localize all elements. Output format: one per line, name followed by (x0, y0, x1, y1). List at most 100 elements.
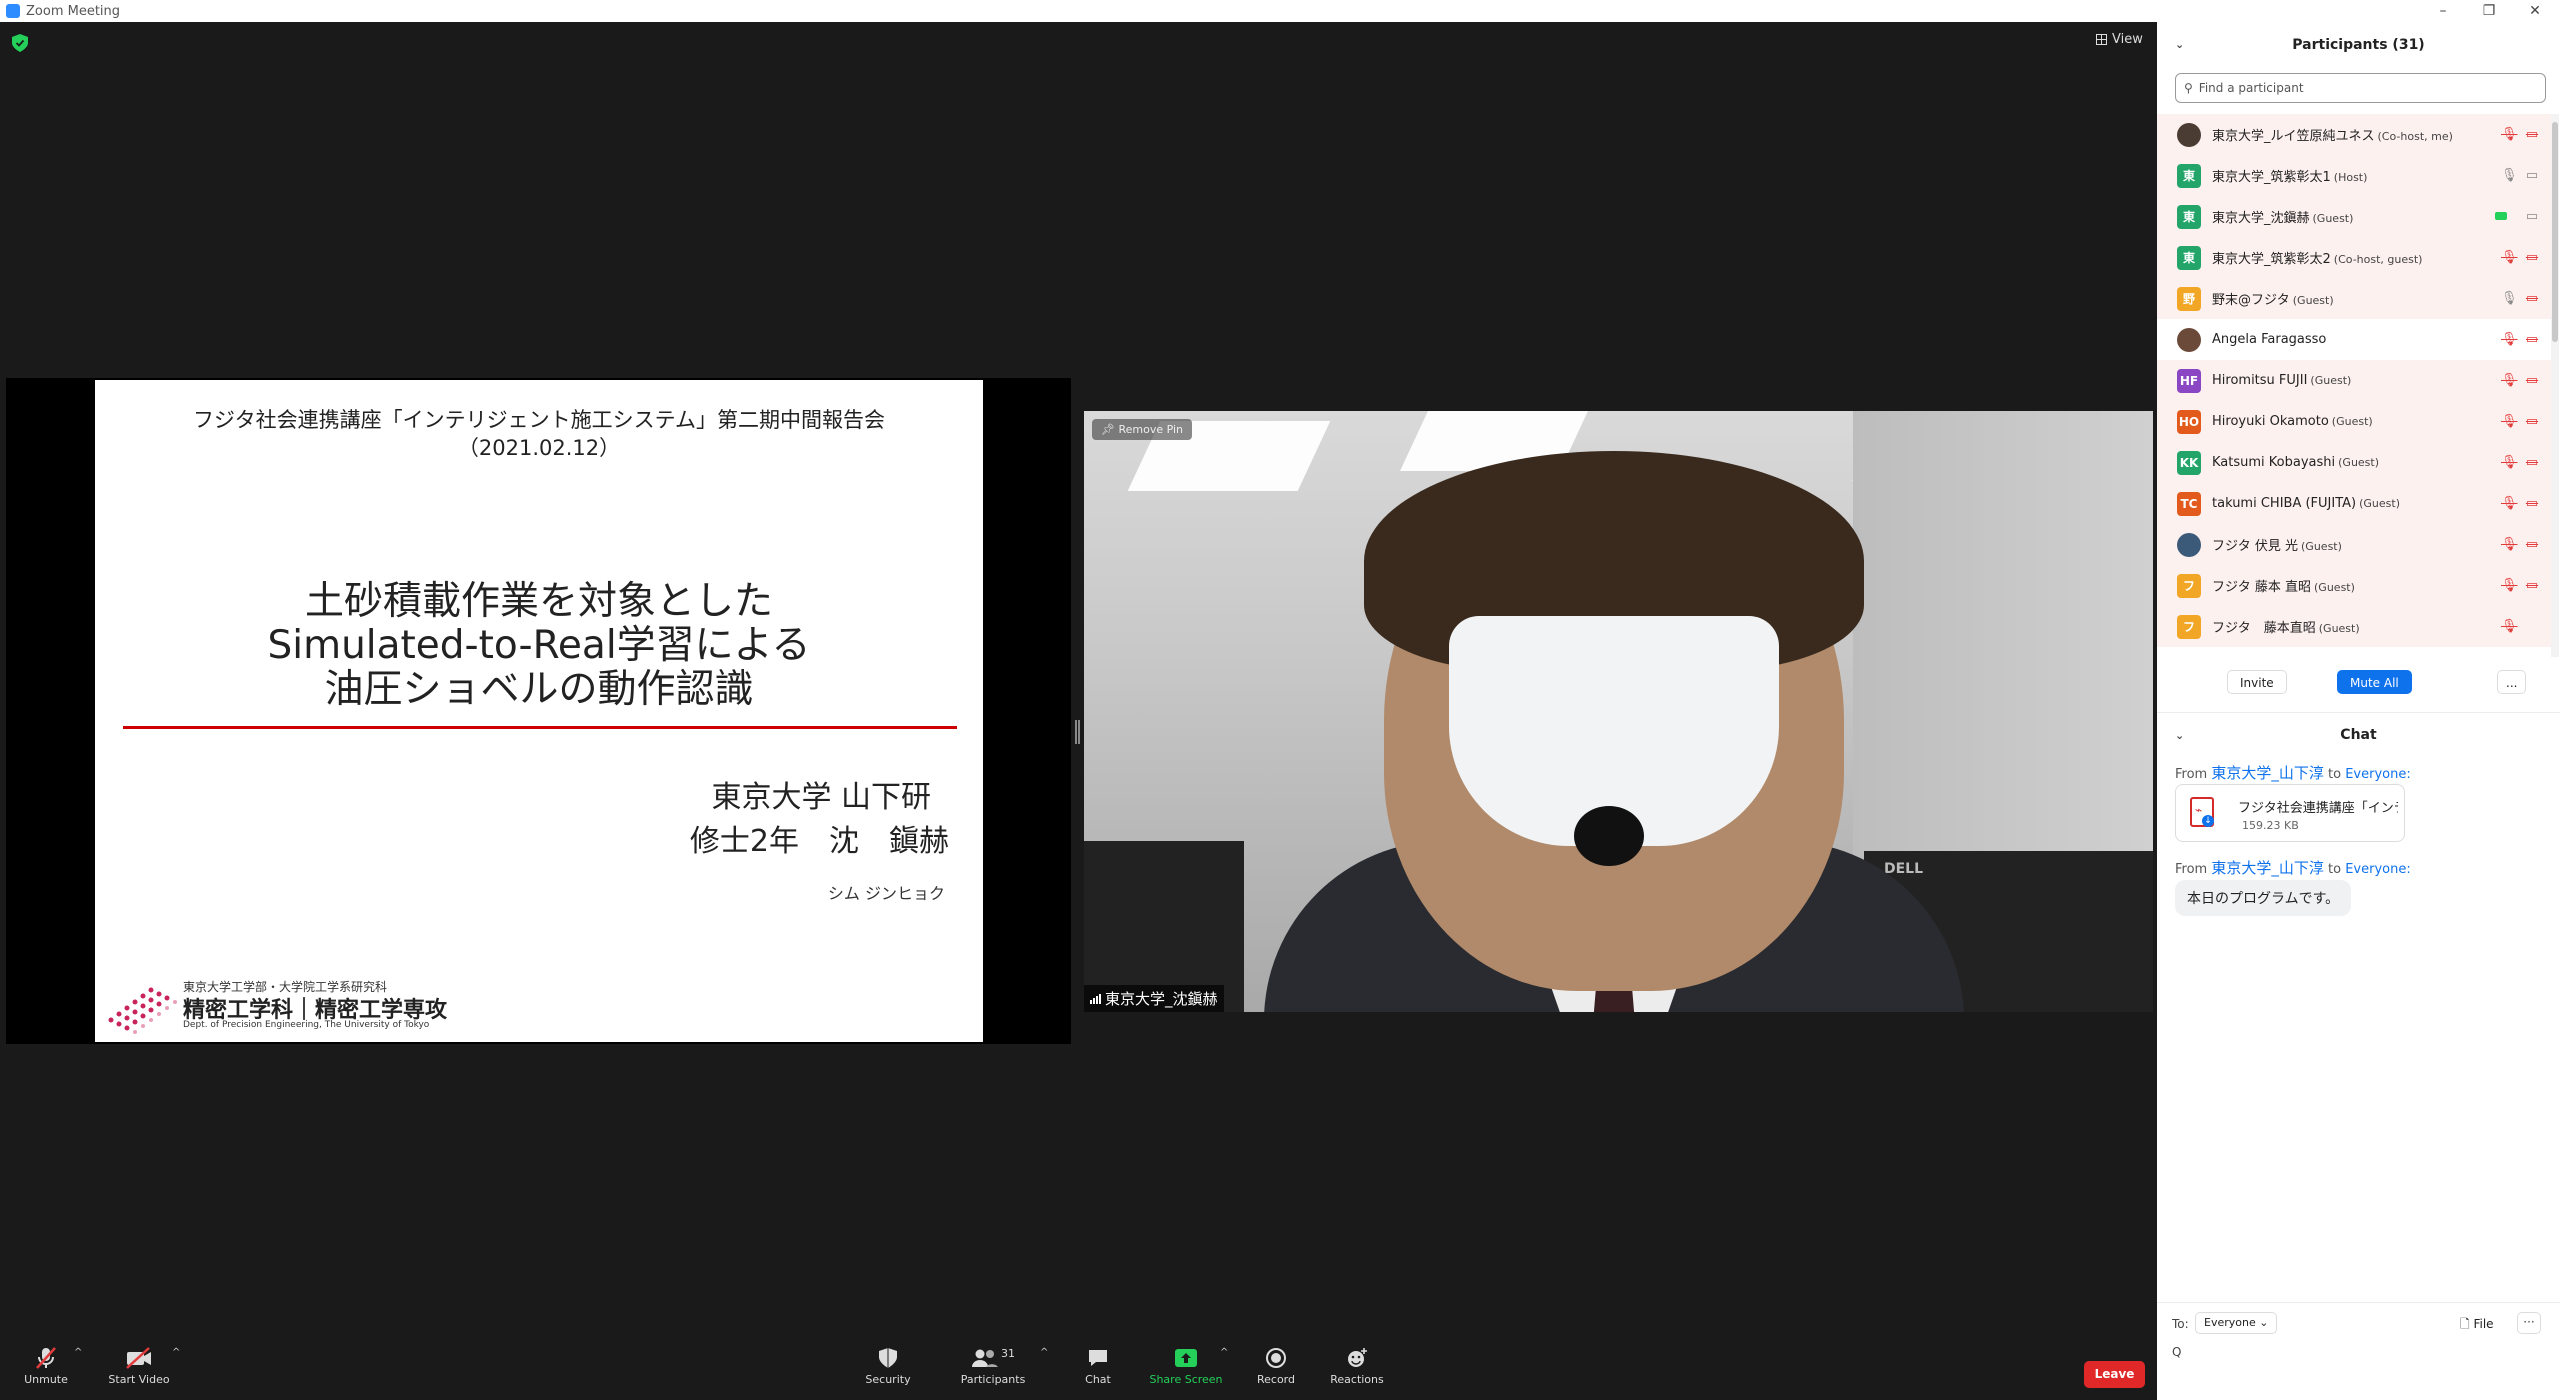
participant-actions: Invite Mute All ... (2157, 666, 2560, 700)
participant-avatar: 東 (2177, 163, 2201, 188)
shared-screen[interactable]: フジタ社会連携講座「インテリジェント施工システム」第二期中間報告会 （2021.… (6, 378, 1071, 1044)
recipient-select[interactable]: Everyone ⌄ (2195, 1312, 2278, 1334)
chat-compose: To: Everyone ⌄ 🗋︎ File ··· Q (2157, 1302, 2560, 1372)
meeting-toolbar: Unmute ^ Start Video ^ Security 31 Parti… (0, 1329, 2157, 1400)
send-file-button[interactable]: 🗋︎ File (2460, 1315, 2494, 1336)
participant-role: (Guest) (2359, 497, 2400, 510)
participant-list[interactable]: 東京大学_ルイ笠原純ユネス (Co-host, me) 🎙︎ ▭ 東東京大学_筑紫彰太1… (2157, 114, 2551, 657)
participant-search-input[interactable]: ⚲ Find a participant (2175, 73, 2546, 103)
unmute-button[interactable]: Unmute (18, 1329, 74, 1400)
mic-on-icon[interactable]: 🎙︎ (2501, 168, 2518, 184)
chat-message-input[interactable]: Q (2172, 1345, 2181, 1359)
more-participant-options-button[interactable]: ... (2497, 670, 2527, 694)
mic-muted-icon[interactable]: 🎙︎ (2501, 373, 2518, 389)
pinned-video-tile[interactable]: DELL 📌︎ Remove Pin 東京大学_沈鎭赫 (1084, 411, 2153, 1012)
mic-talking-icon[interactable] (2493, 209, 2509, 225)
participant-row[interactable]: TC takumi CHIBA (FUJITA) (Guest) 🎙︎ ▭ (2157, 483, 2551, 524)
reactions-label: Reactions (1330, 1373, 1384, 1386)
close-icon[interactable]: ✕ (2512, 0, 2558, 22)
participant-row[interactable]: 東東京大学_筑紫彰太2 (Co-host, guest) 🎙︎ ▭ (2157, 237, 2551, 278)
mute-all-button[interactable]: Mute All (2337, 670, 2412, 694)
encryption-shield-icon[interactable] (12, 34, 28, 52)
presentation-slide: フジタ社会連携講座「インテリジェント施工システム」第二期中間報告会 （2021.… (95, 380, 983, 1042)
mic-muted-icon[interactable]: 🎙︎ (2501, 414, 2518, 430)
chat-sender[interactable]: 東京大学_山下淳 (2211, 764, 2324, 782)
participant-row[interactable]: フフジタ 藤本 直昭 (Guest) 🎙︎ ▭ (2157, 565, 2551, 606)
split-resize-handle[interactable] (1075, 720, 1080, 744)
chat-button[interactable]: Chat (1078, 1329, 1118, 1400)
participant-row[interactable]: HO Hiroyuki Okamoto (Guest) 🎙︎ ▭ (2157, 401, 2551, 442)
remove-pin-button[interactable]: 📌︎ Remove Pin (1092, 419, 1193, 440)
smiley-plus-icon (1346, 1343, 1368, 1373)
participant-row[interactable]: フフジタ 藤本直昭 (Guest) 🎙︎ (2157, 606, 2551, 647)
camera-off-icon[interactable]: ▭ (2523, 373, 2541, 389)
mic-muted-icon[interactable]: 🎙︎ (2501, 455, 2518, 471)
record-button[interactable]: Record (1250, 1329, 1302, 1400)
camera-off-icon[interactable]: ▭ (2523, 127, 2541, 143)
audio-options-caret-icon[interactable]: ^ (74, 1347, 82, 1358)
chat-sender[interactable]: 東京大学_山下淳 (2211, 859, 2324, 877)
participant-list-scrollbar[interactable] (2551, 114, 2559, 657)
mic-muted-icon[interactable]: 🎙︎ (2501, 537, 2518, 553)
slide-divider (123, 726, 957, 729)
download-icon: ↓ (2202, 815, 2214, 827)
mic-muted-icon[interactable]: 🎙︎ (2501, 496, 2518, 512)
camera-on-icon[interactable]: ▭ (2523, 209, 2541, 225)
mic-muted-icon[interactable]: 🎙︎ (2501, 127, 2518, 143)
participant-avatar (2177, 532, 2201, 557)
minimize-icon[interactable]: – (2420, 0, 2466, 22)
participant-row[interactable]: KK Katsumi Kobayashi (Guest) 🎙︎ ▭ (2157, 442, 2551, 483)
participant-row[interactable]: 東東京大学_沈鎭赫 (Guest) ▭ (2157, 196, 2551, 237)
share-options-caret-icon[interactable]: ^ (1220, 1347, 1228, 1358)
camera-off-icon[interactable]: ▭ (2523, 537, 2541, 553)
chat-more-button[interactable]: ··· (2517, 1312, 2541, 1334)
camera-off-icon[interactable]: ▭ (2523, 496, 2541, 512)
collapse-chevron-icon[interactable]: ⌄ (2175, 38, 2184, 51)
title-bar: Zoom Meeting – ❐ ✕ (0, 0, 2560, 22)
camera-on-icon[interactable]: ▭ (2523, 168, 2541, 184)
participant-name: 野末@フジタ (Guest) (2212, 289, 2334, 308)
logo-line3: Dept. of Precision Engineering, The Univ… (183, 1020, 430, 1030)
participant-avatar: KK (2177, 450, 2201, 475)
participant-row[interactable]: HF Hiromitsu FUJII (Guest) 🎙︎ ▭ (2157, 360, 2551, 401)
camera-off-icon[interactable]: ▭ (2523, 332, 2541, 348)
chat-collapse-chevron-icon[interactable]: ⌄ (2175, 729, 2184, 742)
mic-muted-icon[interactable]: 🎙︎ (2501, 619, 2518, 635)
restore-icon[interactable]: ❐ (2466, 0, 2512, 22)
participant-display-name: 東京大学_筑紫彰太1 (2212, 170, 2331, 185)
participant-row[interactable]: 東東京大学_筑紫彰太1 (Host) 🎙︎ ▭ (2157, 155, 2551, 196)
view-button[interactable]: View (2096, 32, 2143, 47)
participant-row[interactable]: 野野末@フジタ (Guest) 🎙︎ ▭ (2157, 278, 2551, 319)
reactions-button[interactable]: Reactions (1328, 1329, 1386, 1400)
participant-row[interactable]: フジタ 伏見 光 (Guest) 🎙︎ ▭ (2157, 524, 2551, 565)
chat-header: ⌄ Chat (2157, 712, 2560, 757)
chat-recipient[interactable]: Everyone: (2345, 862, 2411, 877)
security-shield-icon (878, 1343, 898, 1373)
participant-row[interactable]: Angela Faragasso 🎙︎ ▭ (2157, 319, 2551, 360)
mic-muted-icon[interactable]: 🎙︎ (2501, 332, 2518, 348)
chat-message-header: From 東京大学_山下淳 to Everyone: (2175, 857, 2411, 878)
camera-off-icon[interactable]: ▭ (2523, 414, 2541, 430)
video-options-caret-icon[interactable]: ^ (172, 1347, 180, 1358)
start-video-button[interactable]: Start Video (104, 1329, 174, 1400)
mic-muted-icon[interactable]: 🎙︎ (2501, 250, 2518, 266)
participant-display-name: 東京大学_筑紫彰太2 (2212, 252, 2331, 267)
participants-button[interactable]: 31 Participants (955, 1329, 1031, 1400)
participant-display-name: Katsumi Kobayashi (2212, 455, 2336, 470)
invite-button[interactable]: Invite (2227, 670, 2287, 694)
mic-muted-icon[interactable]: 🎙︎ (2501, 578, 2518, 594)
camera-off-icon[interactable]: ▭ (2523, 455, 2541, 471)
share-screen-button[interactable]: Share Screen (1146, 1329, 1226, 1400)
slide-presenter: 修士2年 沈 鎭赫 (689, 824, 949, 859)
participants-caret-icon[interactable]: ^ (1040, 1347, 1048, 1358)
leave-button[interactable]: Leave (2084, 1361, 2145, 1388)
remove-pin-label: Remove Pin (1118, 423, 1184, 436)
chat-file-attachment[interactable]: ⌁ ↓ フジタ社会連携講座「インテリ... 159.23 KB (2175, 784, 2405, 842)
camera-off-icon[interactable]: ▭ (2523, 578, 2541, 594)
mic-on-icon[interactable]: 🎙︎ (2501, 291, 2518, 307)
security-button[interactable]: Security (860, 1329, 916, 1400)
participant-row[interactable]: 東京大学_ルイ笠原純ユネス (Co-host, me) 🎙︎ ▭ (2157, 114, 2551, 155)
camera-off-icon[interactable]: ▭ (2523, 291, 2541, 307)
chat-recipient[interactable]: Everyone: (2345, 767, 2411, 782)
camera-off-icon[interactable]: ▭ (2523, 250, 2541, 266)
